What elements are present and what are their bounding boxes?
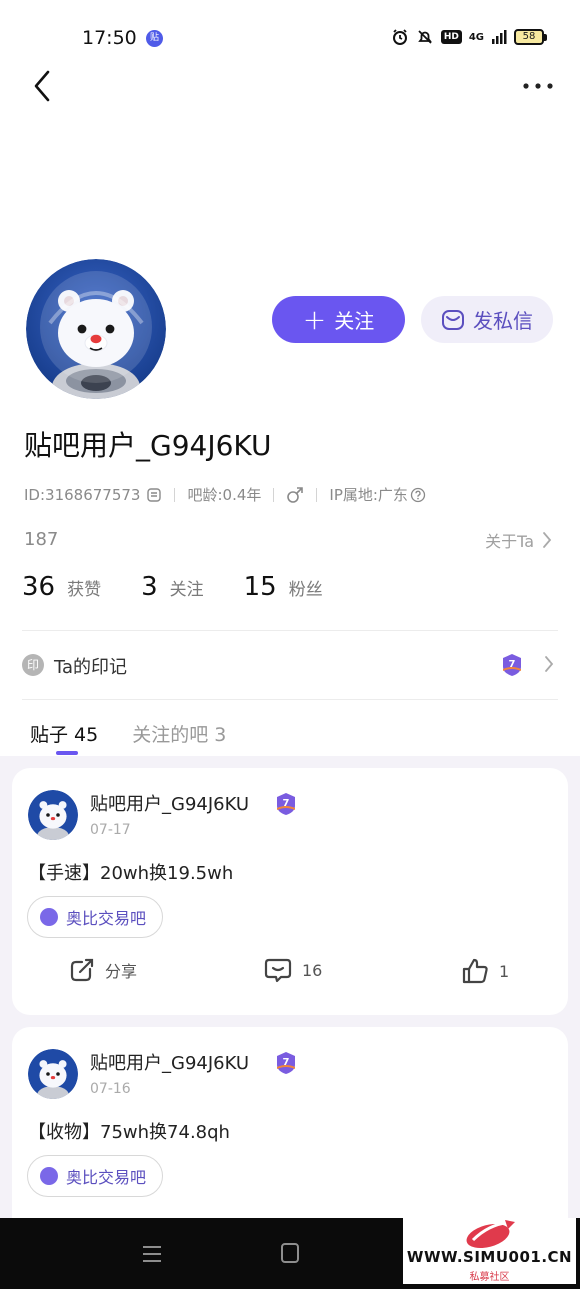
forum-name: 奥比交易吧 [66,1168,147,1187]
post-title[interactable]: 【收物】75wh换74.8qh [28,1118,230,1144]
ip-location: IP属地:广东 [329,486,408,504]
tab-followed-forums[interactable]: 关注的吧 3 [132,720,226,747]
comment-button[interactable]: 16 [264,957,322,983]
divider [22,630,558,631]
stat-label: 粉丝 [288,580,323,600]
stat-count: 36 [22,572,56,602]
forum-name: 奥比交易吧 [66,909,147,928]
message-label: 发私信 [473,309,533,333]
comment-count: 16 [302,960,323,980]
profile-stats: 36 获赞 3 关注 15 粉丝 [22,572,363,602]
more-button[interactable] [518,76,558,96]
watermark-text: WWW.SIMU001.CN [406,1248,573,1266]
post-author[interactable]: 贴吧用户_G94J6KU [90,790,249,816]
planet-icon [40,1167,58,1185]
more-horizontal-icon [523,83,553,89]
share-label: 分享 [105,962,138,981]
level-badge-icon: 7 [277,1052,295,1074]
hd-icon: HD [440,30,462,44]
post-actions: 分享 16 1 [12,957,568,997]
active-tab-indicator [56,751,78,755]
profile-meta: ID:3168677573 吧龄:0.4年 IP属地:广东 [24,484,426,505]
level-number: 7 [283,798,290,809]
stat-fans[interactable]: 15 粉丝 [244,572,323,602]
post-card[interactable]: 贴吧用户_G94J6KU 7 07-16 【收物】75wh换74.8qh 奥比交… [12,1027,568,1237]
chevron-left-icon [34,70,50,102]
post-date: 07-17 [90,822,131,838]
post-author[interactable]: 贴吧用户_G94J6KU [90,1049,249,1075]
copy-icon[interactable] [146,487,162,503]
about-label: 关于Ta [485,532,534,551]
username: 贴吧用户_G94J6KU [24,429,272,462]
meta-divider [174,487,176,502]
stat-count: 3 [141,572,158,602]
follow-label: 关注 [334,309,375,333]
about-link[interactable]: 关于Ta [485,528,552,552]
status-icons: HD 4G 58 [391,28,547,46]
battery-indicator: 58 [514,29,547,45]
alarm-icon [392,29,407,45]
level-number: 7 [509,659,516,670]
divider [22,699,558,700]
status-bar: 17:50 贴 HD 4G 58 [0,0,580,76]
comment-icon [264,958,292,983]
polar-bear-astronaut-avatar [28,1049,78,1099]
watermark-logo [466,1220,515,1249]
chevron-right-icon [545,656,554,672]
watermark-subtext: 私募社区 [469,1272,510,1283]
like-count: 1 [499,961,510,981]
mute-bell-icon [418,30,432,44]
envelope-icon [442,309,464,330]
seal-icon: 印 [22,654,44,676]
polar-bear-astronaut-avatar [28,790,78,840]
tab-posts[interactable]: 贴子 45 [30,720,98,747]
meta-divider [316,487,318,502]
plus-icon: + [302,302,327,336]
stat-label: 获赞 [67,580,102,600]
planet-icon [40,908,58,926]
follow-button[interactable]: + 关注 [272,296,405,343]
marks-label: Ta的印记 [54,657,128,678]
menu-icon[interactable] [142,1244,162,1264]
signal-icon [492,30,507,44]
forum-chip[interactable]: 奥比交易吧 [27,896,164,938]
network-type: 4G [468,31,484,43]
male-icon [287,486,304,503]
stat-following[interactable]: 3 关注 [141,572,204,602]
level-badge-icon: 7 [277,793,295,815]
stat-likes[interactable]: 36 获赞 [22,572,101,602]
share-icon [70,958,94,982]
marks-row[interactable]: 印 Ta的印记 7 [22,648,558,684]
like-button[interactable]: 1 [461,957,509,985]
forum-chip[interactable]: 奥比交易吧 [27,1155,164,1197]
post-avatar[interactable] [28,790,78,840]
level-badge-icon: 7 [503,654,521,676]
profile-tabs: 贴子 45 关注的吧 3 [30,720,226,747]
status-time: 17:50 [82,27,137,49]
profile-page: 17:50 贴 HD 4G 58 + 关注 发私信 贴吧用户_G94J6KU I… [0,0,580,1289]
stat-count: 15 [243,572,277,602]
back-button[interactable] [28,66,58,106]
user-id: ID:3168677573 [24,485,141,504]
watermark: WWW.SIMU001.CN 私募社区 [403,1218,576,1284]
post-date: 07-16 [90,1081,131,1097]
tieba-app-icon: 贴 [146,30,163,47]
send-message-button[interactable]: 发私信 [421,296,553,343]
polar-bear-astronaut-avatar [26,259,166,399]
meta-divider [273,487,275,502]
chevron-right-icon [543,532,552,548]
profile-avatar[interactable] [26,259,166,399]
thumbs-up-icon [462,958,488,984]
forum-age: 吧龄:0.4年 [187,486,262,504]
post-title[interactable]: 【手速】20wh换19.5wh [28,859,233,885]
post-card[interactable]: 贴吧用户_G94J6KU 7 07-17 【手速】20wh换19.5wh 奥比交… [12,768,568,1015]
post-feed: 贴吧用户_G94J6KU 7 07-17 【手速】20wh换19.5wh 奥比交… [0,756,580,1237]
level-number: 7 [283,1057,290,1068]
question-circle-icon[interactable] [410,487,426,503]
share-button[interactable]: 分享 [69,957,137,983]
stat-label: 关注 [169,580,204,600]
bio: 187 [24,529,59,550]
post-avatar[interactable] [28,1049,78,1099]
home-button[interactable] [281,1243,299,1263]
